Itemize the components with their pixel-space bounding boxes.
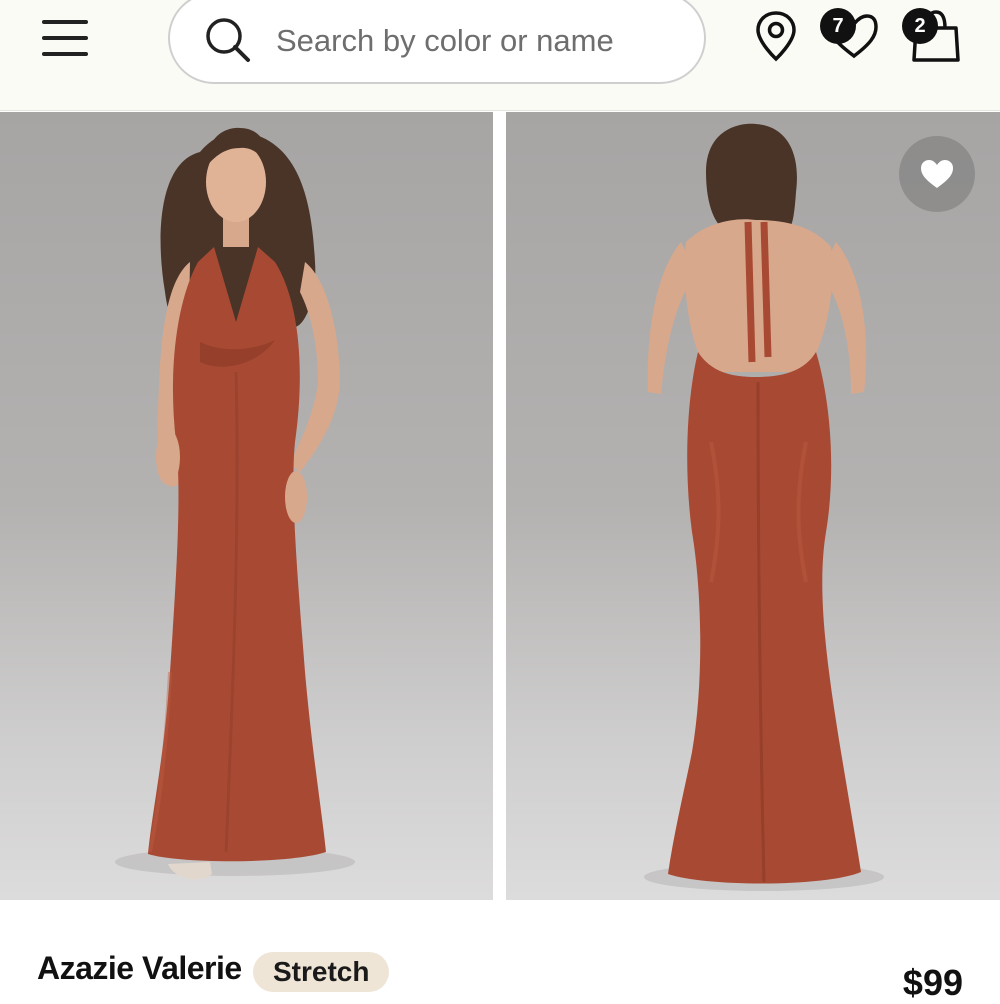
product-name[interactable]: Azazie Valerie — [37, 950, 242, 987]
hamburger-menu-button[interactable] — [40, 18, 90, 58]
product-image-back[interactable] — [506, 112, 1000, 900]
model-front-illustration — [115, 127, 355, 880]
wishlist-button[interactable]: 7 — [818, 6, 878, 62]
search-icon — [206, 18, 250, 62]
search-input[interactable] — [274, 16, 678, 66]
top-nav-bar: 7 2 — [0, 0, 1000, 111]
add-to-wishlist-button[interactable] — [899, 136, 975, 212]
model-back-illustration — [644, 123, 884, 891]
product-image-front[interactable] — [0, 112, 493, 900]
product-price: $99 — [902, 962, 963, 1003]
stretch-tag: Stretch — [253, 952, 390, 992]
store-locator-button[interactable] — [754, 10, 798, 62]
search-bar[interactable] — [168, 0, 706, 84]
wishlist-count-badge: 7 — [820, 8, 856, 44]
location-pin-icon — [756, 11, 796, 62]
heart-filled-icon — [921, 160, 953, 188]
cart-count-badge: 2 — [902, 8, 938, 44]
cart-button[interactable]: 2 — [900, 6, 964, 62]
